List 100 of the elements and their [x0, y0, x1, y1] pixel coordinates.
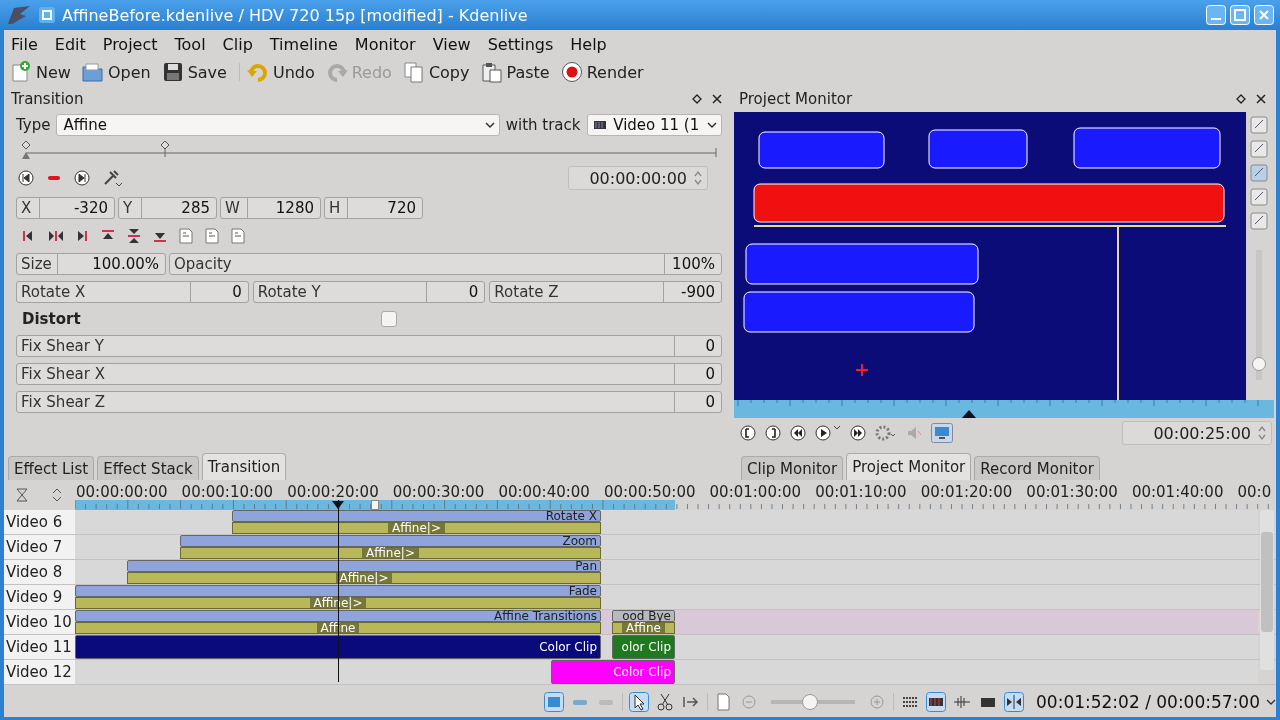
track-name: Video 7: [4, 535, 75, 559]
timeline-clip[interactable]: Color Clip: [75, 635, 601, 659]
render-button[interactable]: Render: [558, 59, 651, 85]
scissors-icon[interactable]: [654, 692, 675, 712]
fast-forward-icon[interactable]: [850, 425, 866, 441]
menu-item[interactable]: Edit: [54, 34, 92, 54]
set-out-icon[interactable]: [765, 425, 781, 441]
clip-label: olor Clip: [620, 641, 672, 653]
center-horizontal-icon[interactable]: [48, 228, 64, 244]
parameter-value[interactable]: -320: [39, 198, 114, 218]
timecode-field[interactable]: 00:00:00:00: [568, 166, 708, 190]
transition-label: Affine|>: [362, 548, 419, 558]
open-button[interactable]: Open: [79, 59, 158, 85]
track-name: Video 11: [4, 635, 75, 659]
panel-tab[interactable]: Project Monitor: [846, 453, 972, 480]
clip-label: Affine Transitions: [493, 610, 598, 622]
parameter-label: Y: [122, 198, 134, 218]
float-icon[interactable]: [1236, 94, 1246, 104]
timeline-clip[interactable]: Zoom: [180, 535, 601, 547]
set-in-icon[interactable]: [740, 425, 756, 441]
undo-arrow-icon: [246, 61, 269, 83]
transition-bar[interactable]: Affine|>: [232, 522, 601, 534]
time-label: 00:01:40:00: [1131, 483, 1225, 501]
menu-item[interactable]: Tool: [174, 34, 212, 54]
parameter-value[interactable]: 720: [347, 198, 422, 218]
parameter-value[interactable]: 100.00%: [57, 254, 165, 274]
timeline-clip[interactable]: Pan: [127, 560, 601, 572]
panel-tab[interactable]: Record Monitor: [974, 456, 1100, 480]
track-name: Video 12: [4, 660, 75, 684]
monitor-icon[interactable]: [931, 423, 953, 443]
panel-tab[interactable]: Effect Stack: [97, 456, 199, 480]
tools-icon[interactable]: [102, 169, 122, 187]
copy-button[interactable]: Copy: [400, 59, 477, 85]
collapse-icon[interactable]: [15, 488, 28, 502]
type-dropdown[interactable]: Affine: [56, 114, 500, 136]
center-vertical-icon[interactable]: [126, 228, 142, 244]
timeline-clip[interactable]: Rotate X: [232, 510, 601, 522]
timecode-field[interactable]: 00:00:25:00: [1122, 421, 1272, 445]
parameter-value: 0: [674, 336, 721, 356]
time-label: 00:01:30:00: [1026, 483, 1119, 501]
film-strip-icon: [593, 121, 606, 129]
new-button[interactable]: New: [8, 59, 78, 85]
slider-handle[interactable]: [1252, 356, 1266, 371]
parameter-value[interactable]: 285: [141, 198, 216, 218]
timeline-clip[interactable]: olor Clip: [612, 635, 675, 659]
menu-item[interactable]: View: [432, 34, 477, 54]
rewind-icon[interactable]: [790, 425, 806, 441]
panel-tab[interactable]: Transition: [201, 453, 287, 480]
time-label: 00:00:30:00: [392, 483, 486, 501]
film-icon[interactable]: [926, 692, 946, 712]
field-label: with track: [505, 116, 581, 134]
new-document-icon: [10, 61, 32, 83]
transition-bar[interactable]: Affine|>: [127, 572, 601, 584]
expand-icon[interactable]: [51, 488, 64, 502]
close-icon[interactable]: [712, 94, 722, 104]
timeline-clip[interactable]: ood Bye: [612, 610, 675, 622]
menu-item[interactable]: File: [11, 34, 44, 54]
menu-item[interactable]: Help: [570, 34, 613, 54]
transition-bar[interactable]: Affine|>: [180, 547, 601, 559]
parameter-value: -900: [663, 282, 721, 302]
next-keyframe-icon[interactable]: [74, 170, 90, 186]
distort-checkbox[interactable]: [381, 311, 397, 327]
slider-handle[interactable]: [801, 694, 818, 710]
vertical-scrollbar[interactable]: [1260, 510, 1274, 670]
menu-item[interactable]: Settings: [487, 34, 560, 54]
time-label: 00:01:20:00: [920, 483, 1014, 501]
close-icon[interactable]: [1256, 94, 1266, 104]
parameter-value: 0: [674, 392, 721, 412]
caret-icon[interactable]: [833, 425, 841, 431]
pointer-icon[interactable]: [628, 692, 649, 712]
menu-item[interactable]: Project: [102, 34, 164, 54]
parameter-label: H: [328, 198, 342, 218]
transition-label: Affine|>: [335, 573, 393, 583]
play-icon[interactable]: [815, 425, 831, 441]
menu-item[interactable]: Timeline: [269, 34, 344, 54]
time-label: 00:00:10:00: [181, 483, 275, 501]
transition-bar[interactable]: Affine|>: [75, 597, 601, 609]
undo-button[interactable]: Undo: [244, 59, 322, 85]
split-icon[interactable]: [1004, 692, 1024, 712]
menu-item[interactable]: Clip: [222, 34, 259, 54]
panel-tab[interactable]: Effect List: [8, 456, 95, 480]
window-title: AffineBefore.kdenlive / HDV 720 15p [modified] - Kdenlive: [62, 5, 528, 25]
float-icon[interactable]: [692, 94, 702, 104]
time-label: 00:00:20:00: [287, 483, 380, 501]
chevron-down-icon[interactable]: [1266, 698, 1276, 706]
timeline-clip[interactable]: Affine Transitions: [75, 610, 601, 622]
timeline-clip[interactable]: Fade: [75, 585, 601, 597]
menu-item[interactable]: Monitor: [354, 34, 422, 54]
track-dropdown[interactable]: Video 11 (1: [586, 114, 722, 136]
panel-tab[interactable]: Clip Monitor: [741, 456, 844, 480]
save-button[interactable]: Save: [159, 59, 234, 85]
parameter-value[interactable]: 1280: [247, 198, 320, 218]
playhead-marker[interactable]: [962, 410, 977, 418]
zone-marker: [371, 500, 379, 510]
parameter-label: Rotate Y: [256, 282, 322, 302]
track-name: Video 10: [4, 610, 75, 634]
paste-button[interactable]: Paste: [478, 59, 557, 85]
transition-bar[interactable]: Affine: [612, 622, 675, 634]
previous-keyframe-icon[interactable]: [18, 170, 34, 186]
track-name: Video 8: [4, 560, 75, 584]
